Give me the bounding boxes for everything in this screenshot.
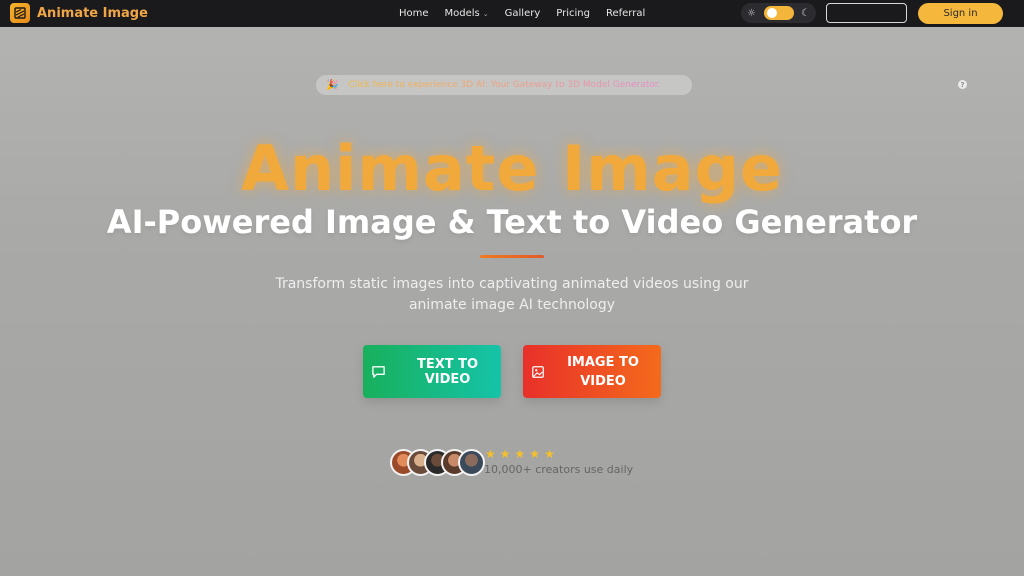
image-to-video-label: IMAGE TO VIDEO bbox=[567, 354, 639, 389]
text-to-video-button[interactable]: TEXT TO VIDEO bbox=[363, 345, 501, 398]
moon-icon: ☾ bbox=[801, 7, 810, 19]
nav-link-pricing[interactable]: Pricing bbox=[556, 8, 590, 19]
hero-divider bbox=[480, 255, 544, 258]
image-to-video-button[interactable]: IMAGE TO VIDEO bbox=[523, 345, 661, 398]
star-icon: ★ bbox=[544, 447, 555, 461]
brand-logo-icon bbox=[10, 3, 30, 23]
star-icon: ★ bbox=[514, 447, 526, 461]
chevron-down-icon: ⌄ bbox=[482, 9, 489, 18]
hero-subtitle: Transform static images into captivating… bbox=[275, 276, 749, 313]
top-nav: Animate Image Home Models ⌄ Gallery Prici… bbox=[0, 0, 1024, 27]
theme-toggle[interactable]: ☼ ☾ bbox=[741, 3, 816, 23]
avatar bbox=[458, 449, 485, 476]
image-icon bbox=[532, 365, 544, 378]
sun-icon: ☼ bbox=[747, 7, 756, 19]
theme-switch[interactable] bbox=[763, 6, 794, 20]
nav-links: Home Models ⌄ Gallery Pricing Referral bbox=[399, 0, 661, 27]
announcement-banner[interactable]: 🎉 Click here to experience 3D AI: Your G… bbox=[316, 75, 692, 95]
announcement-text: Click here to experience 3D AI: Your Gat… bbox=[348, 80, 661, 90]
nav-link-label: Referral bbox=[605, 8, 646, 19]
creators-count-text: 10,000+ creators use daily bbox=[484, 463, 634, 476]
help-icon[interactable]: ? bbox=[958, 80, 967, 89]
nav-link-label: Models bbox=[444, 8, 480, 19]
hero-brand-title: Animate Image bbox=[240, 132, 784, 205]
text-to-video-label: TEXT TO VIDEO bbox=[416, 356, 479, 387]
rating-stars: ★ ★ ★ ★ ★ bbox=[485, 447, 555, 461]
nav-link-label: Home bbox=[399, 8, 429, 19]
nav-link-label: Gallery bbox=[504, 8, 541, 19]
creator-avatars bbox=[390, 449, 485, 476]
nav-link-label: Pricing bbox=[556, 8, 590, 19]
star-icon: ★ bbox=[499, 447, 511, 461]
nav-outline-button[interactable] bbox=[826, 3, 907, 23]
party-popper-icon: 🎉 bbox=[326, 79, 339, 91]
nav-link-models[interactable]: Models ⌄ bbox=[445, 8, 489, 19]
nav-link-referral[interactable]: Referral bbox=[606, 8, 645, 19]
nav-link-gallery[interactable]: Gallery bbox=[505, 8, 541, 19]
star-icon: ★ bbox=[485, 447, 496, 461]
nav-link-home[interactable]: Home bbox=[399, 8, 429, 19]
signin-button[interactable]: Sign in bbox=[918, 3, 1003, 24]
chat-bubble-icon bbox=[372, 366, 385, 378]
star-icon: ★ bbox=[529, 447, 541, 461]
hero-title: AI-Powered Image & Text to Video Generat… bbox=[106, 203, 918, 241]
brand-name: Animate Image bbox=[37, 5, 148, 21]
brand[interactable]: Animate Image bbox=[10, 3, 148, 23]
theme-switch-knob bbox=[766, 8, 777, 18]
